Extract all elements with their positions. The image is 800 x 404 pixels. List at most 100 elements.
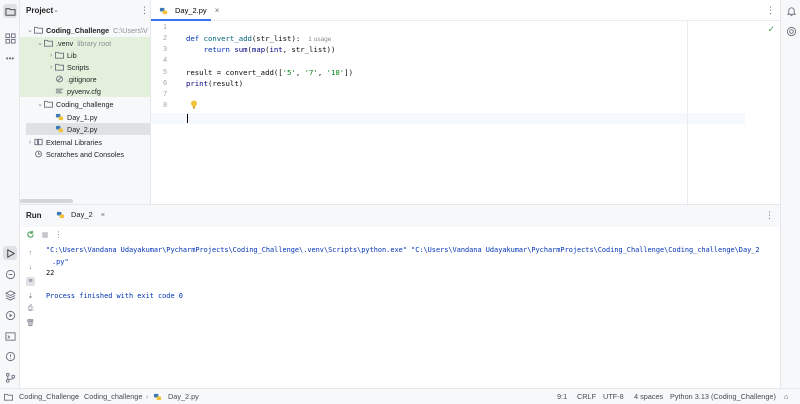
- git-icon[interactable]: [3, 370, 17, 384]
- tree-item-label: Day_1.py: [67, 112, 98, 122]
- tree-item-scripts[interactable]: › Scripts: [20, 61, 150, 73]
- terminal-icon[interactable]: [3, 329, 17, 343]
- breadcrumb-project[interactable]: Coding_Challenge: [4, 392, 79, 401]
- close-icon[interactable]: ×: [215, 6, 220, 15]
- tree-item-venv[interactable]: ⌄ .venv library root: [20, 37, 150, 49]
- more-options-icon[interactable]: ⋮: [54, 230, 63, 239]
- breadcrumb-folder[interactable]: Coding_challenge: [84, 392, 142, 401]
- caret-position[interactable]: 9:1: [557, 392, 567, 401]
- python-console-icon[interactable]: [3, 267, 17, 281]
- right-toolbar: [780, 0, 800, 388]
- indent-setting[interactable]: 4 spaces: [634, 392, 663, 401]
- project-panel: Project ⌄ ⋮ ⌄ Coding_Challenge C:\Users\…: [20, 0, 151, 204]
- folder-icon: [55, 63, 64, 71]
- project-panel-title[interactable]: Project: [26, 6, 53, 15]
- left-toolbar: •••: [0, 0, 20, 388]
- tree-item-label: Lib: [67, 50, 77, 60]
- tree-item-lib[interactable]: › Lib: [20, 49, 150, 61]
- python-file-icon: [159, 7, 168, 15]
- tab-day-2-py[interactable]: Day_2.py ×: [151, 0, 227, 21]
- more-options-icon[interactable]: ⋮: [765, 210, 774, 221]
- library-icon: [34, 138, 43, 146]
- code-line-2: def convert_add(str_list): 1 usage: [186, 34, 332, 43]
- config-file-icon: [55, 87, 64, 95]
- python-file-icon: [56, 211, 65, 219]
- close-icon[interactable]: ×: [101, 210, 105, 219]
- tree-item-label: Coding_Challenge: [46, 25, 110, 35]
- tree-item-day-2[interactable]: Day_2.py: [26, 123, 150, 135]
- line-number: 4: [163, 57, 167, 64]
- chevron-right-icon[interactable]: ›: [47, 52, 55, 59]
- run-panel-header: Run Day_2 × ⋮: [20, 205, 780, 227]
- chevron-right-icon[interactable]: ›: [47, 64, 55, 71]
- trash-icon[interactable]: 🗑: [26, 318, 35, 327]
- ai-assistant-icon[interactable]: [785, 25, 797, 37]
- stop-icon[interactable]: [40, 230, 49, 239]
- line-number: 1: [163, 24, 167, 31]
- tree-item-coding-challenge[interactable]: ⌄ Coding_Challenge C:\Users\V: [20, 24, 150, 36]
- rerun-icon[interactable]: [26, 230, 35, 239]
- line-separator[interactable]: CRLF: [577, 392, 596, 401]
- tree-item-label: .venv: [56, 38, 74, 48]
- breadcrumb-file[interactable]: Day_2.py: [153, 392, 199, 401]
- run-icon[interactable]: [3, 246, 17, 260]
- tree-item-label: Day_2.py: [67, 124, 98, 134]
- tree-item-hint: library root: [77, 38, 112, 48]
- read-only-toggle-icon[interactable]: ⌂: [784, 392, 788, 401]
- line-number: 6: [163, 80, 167, 87]
- check-icon[interactable]: ✓: [767, 24, 775, 35]
- project-folder-icon[interactable]: [3, 4, 17, 18]
- tree-item-gitignore[interactable]: .gitignore: [20, 73, 150, 85]
- scroll-to-end-icon[interactable]: ⇣: [26, 291, 35, 300]
- chevron-down-icon[interactable]: ⌄: [36, 39, 44, 47]
- folder-icon: [55, 51, 64, 59]
- chevron-right-icon: ›: [146, 392, 149, 401]
- chevron-right-icon[interactable]: ›: [26, 139, 34, 146]
- chevron-down-icon[interactable]: ⌄: [53, 6, 59, 14]
- arrow-up-icon[interactable]: ↑: [26, 249, 35, 258]
- run-tab-day-2[interactable]: Day_2 ×: [56, 210, 105, 219]
- arrow-down-icon[interactable]: ↓: [26, 263, 35, 272]
- tree-item-coding-challenge-folder[interactable]: ⌄ Coding_challenge: [20, 98, 150, 110]
- run-panel-title[interactable]: Run: [26, 211, 42, 220]
- tree-item-day-1[interactable]: Day_1.py: [20, 111, 150, 123]
- run-tab-label: Day_2: [71, 210, 93, 219]
- console-output-value: 22: [46, 269, 55, 277]
- tree-item-label: pyvenv.cfg: [67, 86, 101, 96]
- more-options-icon[interactable]: ⋮: [140, 5, 149, 16]
- chevron-down-icon[interactable]: ⌄: [36, 100, 44, 108]
- line-number: 8: [163, 102, 167, 109]
- console-command-line-wrap: .py": [52, 258, 69, 266]
- tree-item-external-libraries[interactable]: › External Libraries: [20, 136, 150, 148]
- usage-hint[interactable]: 1 usage: [308, 36, 331, 43]
- folder-icon: [34, 26, 43, 34]
- tab-label: Day_2.py: [175, 6, 207, 15]
- code-line-6: print(result): [186, 79, 244, 88]
- chevron-down-icon[interactable]: ⌄: [26, 26, 34, 34]
- file-encoding[interactable]: UTF-8: [603, 392, 624, 401]
- python-file-icon: [153, 393, 162, 401]
- chevron-right-icon: ›: [76, 392, 79, 401]
- right-margin-guide: [687, 21, 688, 204]
- horizontal-scrollbar[interactable]: [20, 199, 73, 203]
- problems-icon[interactable]: [3, 349, 17, 363]
- tree-item-pyvenv-cfg[interactable]: pyvenv.cfg: [20, 85, 150, 97]
- python-interpreter[interactable]: Python 3.13 (Coding_Challenge): [670, 392, 776, 401]
- breadcrumb-label: Coding_challenge: [84, 392, 143, 401]
- folder-icon: [44, 100, 53, 108]
- console-output[interactable]: "C:\Users\Vandana Udayakumar\PycharmProj…: [46, 243, 776, 383]
- tree-item-label: .gitignore: [67, 74, 97, 84]
- tree-item-scratches[interactable]: Scratches and Consoles: [20, 148, 150, 160]
- more-options-icon[interactable]: ⋮: [766, 5, 775, 16]
- notifications-icon[interactable]: [785, 5, 797, 17]
- python-file-icon: [55, 113, 64, 121]
- more-tools-icon[interactable]: •••: [3, 51, 17, 65]
- commit-icon[interactable]: [3, 31, 17, 45]
- run-panel: Run Day_2 × ⋮ ⋮ ↑ ↓ ≡ ⇣ ⎙ 🗑 "C:\Users\Va…: [20, 204, 780, 389]
- print-icon[interactable]: ⎙: [26, 304, 35, 313]
- services-icon[interactable]: [3, 308, 17, 322]
- code-area[interactable]: def convert_add(str_list): 1 usage return…: [186, 21, 800, 204]
- breadcrumb-label: Day_2.py: [168, 392, 199, 401]
- soft-wrap-icon[interactable]: ≡: [26, 277, 35, 286]
- packages-icon[interactable]: [3, 288, 17, 302]
